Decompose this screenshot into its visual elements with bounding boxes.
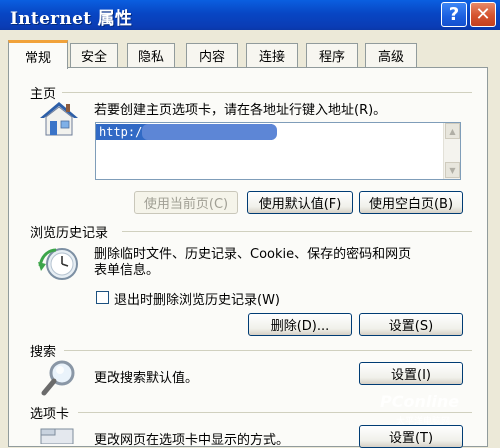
tabs-section-description: 更改网页在选项卡中显示的方式。 [94,433,290,448]
delete-on-exit-label[interactable]: 退出时删除浏览历史记录(W) [114,289,280,308]
scroll-down-icon[interactable]: ▼ [445,162,460,178]
address-blur [142,124,277,140]
delete-history-button[interactable]: 删除(D)... [248,313,352,336]
tabs-icon [40,428,76,448]
history-divider [122,231,472,232]
title-bar: Internet 属性 ? ✕ [0,0,500,30]
window-title: Internet 属性 [10,9,133,29]
homepage-divider [62,92,472,93]
use-default-button[interactable]: 使用默认值(F) [247,191,353,214]
watermark-sub: 太平洋电脑网 [396,417,451,427]
tabs-section-heading: 选项卡 [30,407,70,422]
tab-general[interactable]: 常规 [8,40,68,69]
tab-privacy[interactable]: 隐私 [127,43,175,67]
tab-security[interactable]: 安全 [70,43,118,67]
tab-connections[interactable]: 连接 [246,43,298,67]
tab-advanced[interactable]: 高级 [365,43,417,67]
search-settings-button[interactable]: 设置(I) [359,362,463,385]
history-clock-icon [38,244,80,288]
history-settings-button[interactable]: 设置(S) [359,313,463,336]
pconline-watermark: PConline 太平洋电脑网 [380,392,498,432]
use-current-button[interactable]: 使用当前页(C) [134,191,238,214]
close-button[interactable]: ✕ [470,2,496,27]
search-description: 更改搜索默认值。 [94,371,199,386]
history-heading: 浏览历史记录 [30,226,109,241]
homepage-instruction: 若要创建主页选项卡，请在各地址行键入地址(R)。 [94,103,387,118]
delete-on-exit-checkbox[interactable] [96,291,109,304]
homepage-address-field[interactable]: http:/ ▲ ▼ [95,122,461,180]
address-scrollbar[interactable]: ▲ ▼ [443,123,460,179]
search-divider [64,350,472,351]
history-description-line2: 表单信息。 [94,263,160,278]
help-button[interactable]: ? [441,2,467,27]
homepage-address-text: http:/ [99,125,143,139]
scroll-up-icon[interactable]: ▲ [445,123,460,139]
search-magnifier-icon [40,358,80,402]
tab-programs[interactable]: 程序 [306,43,358,67]
use-blank-button[interactable]: 使用空白页(B) [359,191,463,214]
tab-content[interactable]: 内容 [186,43,238,67]
home-icon [38,100,80,142]
watermark-brand: PConline [380,392,460,411]
tab-strip: 常规 安全 隐私 内容 连接 程序 高级 [8,40,438,69]
